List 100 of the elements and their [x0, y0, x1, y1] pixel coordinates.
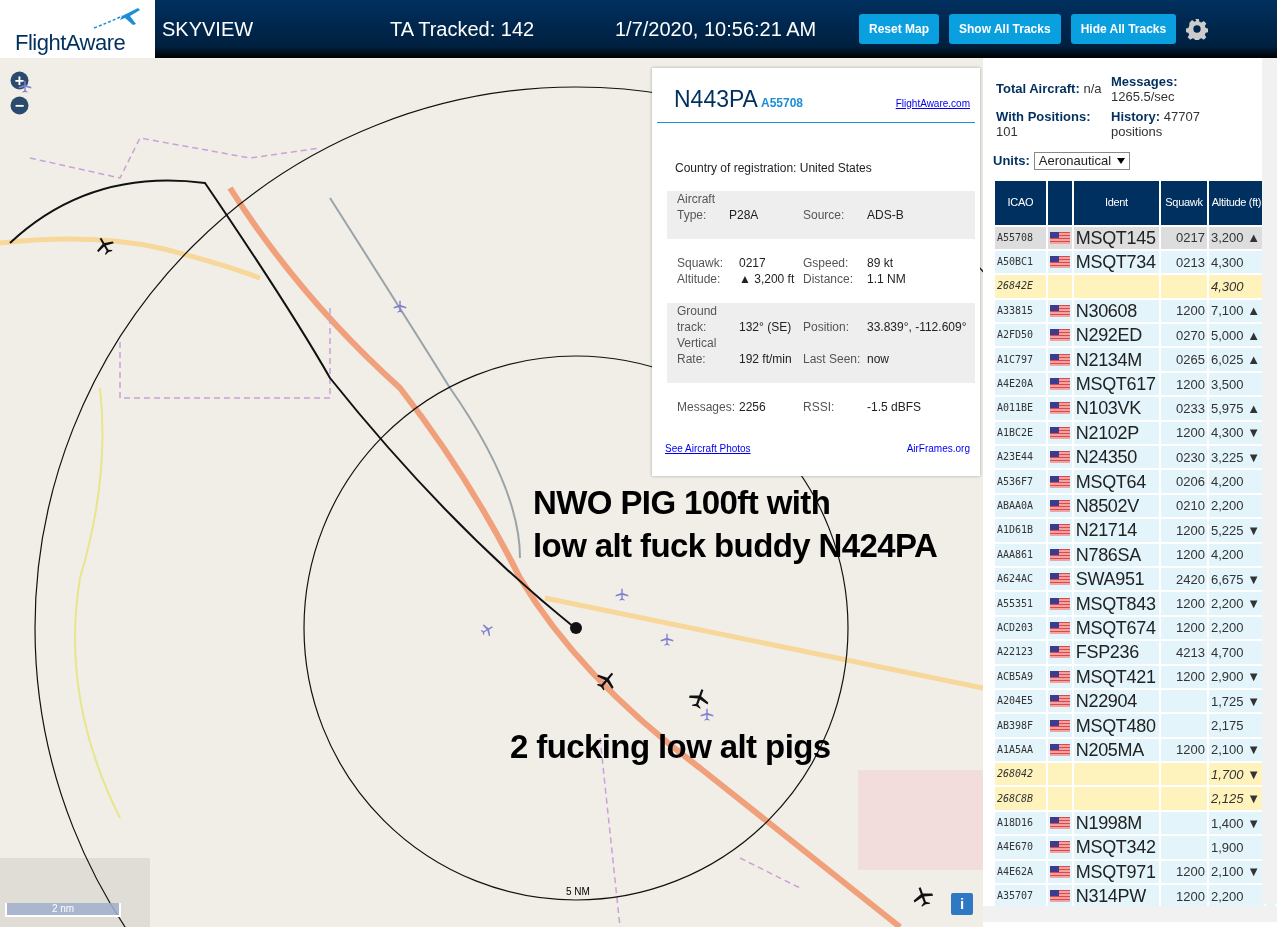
aircraft-row[interactable]: A18D16 N1998M 1,400 ▼ — [995, 811, 1275, 835]
vertical-scrollbar[interactable] — [1262, 58, 1277, 904]
aircraft-row[interactable]: A1C797 N2134M 0265 6,025 ▲ — [995, 348, 1275, 371]
ident-text: N2102P — [1075, 422, 1139, 443]
ident-text: MSQT617 — [1075, 374, 1156, 395]
ident-text: N314PW — [1075, 886, 1146, 907]
altitude-text: 2,200 — [1211, 498, 1244, 514]
aircraft-row[interactable]: A204E5 N22904 1,725 ▼ — [995, 689, 1275, 713]
settings-icon[interactable] — [1186, 18, 1209, 40]
icao-text: A1A5AA — [997, 743, 1034, 755]
ident-text: N24350 — [1075, 447, 1137, 468]
icao-text: A23E44 — [997, 451, 1034, 463]
squawk-text: 1200 — [1176, 303, 1206, 319]
squawk-text: 0210 — [1176, 498, 1206, 514]
icao-link[interactable]: A55708 — [760, 94, 803, 112]
altitude-text: 1,400 ▼ — [1211, 815, 1261, 831]
aircraft-row[interactable]: A1BC2E N2102P 1200 4,300 ▼ — [995, 421, 1275, 444]
ident-text: FSP236 — [1075, 642, 1139, 663]
plane-logo-icon — [92, 6, 142, 30]
icao-text: ACD203 — [997, 621, 1034, 633]
altitude-text: 4,300 — [1211, 278, 1244, 294]
field-label: Source: — [803, 207, 846, 223]
tracked-count: TA Tracked: 142 — [390, 17, 536, 42]
app-title: SKYVIEW — [162, 17, 255, 42]
units-select[interactable]: Aeronautical — [1033, 151, 1131, 170]
logo-text: FlightAware — [15, 29, 126, 57]
field-label: Vertical Rate: — [677, 335, 718, 367]
aircraft-row[interactable]: A4E670 MSQT342 1,900 — [995, 836, 1275, 859]
ident-text: MSQT971 — [1075, 861, 1156, 882]
info-button[interactable]: i — [951, 893, 973, 915]
site-link[interactable]: FlightAware.com — [895, 96, 970, 111]
column-header[interactable]: Ident — [1073, 180, 1159, 225]
date-time: 1/7/2020, 10:56:21 AM — [615, 17, 818, 42]
photos-link[interactable]: See Aircraft Photos — [665, 441, 751, 456]
column-header[interactable]: Squawk — [1161, 180, 1208, 225]
altitude-text: 3,500 — [1211, 376, 1244, 392]
ident-text: MSQT843 — [1075, 593, 1156, 614]
aircraft-row[interactable]: ACB5A9 MSQT421 1200 2,900 ▼ — [995, 665, 1275, 688]
aircraft-row[interactable]: ACD203 MSQT674 1200 2,200 — [995, 616, 1275, 640]
icao-text: A4E20A — [997, 378, 1034, 390]
altitude-text: 2,100 ▼ — [1211, 742, 1261, 758]
squawk-text: 0217 — [1176, 230, 1206, 246]
icao-text: A50BC1 — [997, 256, 1034, 268]
aircraft-row[interactable]: A50BC1 MSQT734 0213 4,300 — [995, 250, 1275, 274]
altitude-text: 4,300 — [1211, 254, 1244, 270]
aircraft-row[interactable]: A4E20A MSQT617 1200 3,500 — [995, 372, 1275, 396]
field-value: 132° (SE) — [739, 319, 793, 335]
aircraft-row[interactable]: A2FD50 N292ED 0270 5,000 ▲ — [995, 324, 1275, 347]
field-value: ▲ 3,200 ft — [739, 271, 796, 287]
horizontal-scrollbar[interactable] — [983, 906, 1277, 922]
aircraft-row[interactable]: A1D61B N21714 1200 5,225 ▼ — [995, 519, 1275, 542]
aircraft-row[interactable]: A4E62A MSQT971 1200 2,100 ▼ — [995, 860, 1275, 884]
plane-icon[interactable] — [688, 688, 710, 710]
altitude-text: 2,900 ▼ — [1211, 669, 1261, 685]
plane-icon[interactable] — [912, 886, 934, 908]
ident-text: N292ED — [1075, 325, 1142, 346]
aircraft-row[interactable]: A55351 MSQT843 1200 2,200 ▼ — [995, 592, 1275, 615]
aircraft-row[interactable]: 26842E 4,300 — [995, 275, 1275, 298]
airframes-link[interactable]: AirFrames.org — [906, 441, 970, 456]
squawk-text: 0230 — [1176, 449, 1206, 465]
aircraft-row[interactable]: A011BE N103VK 0233 5,975 ▲ — [995, 397, 1275, 420]
column-header — [1047, 180, 1072, 225]
icao-text: AB398F — [997, 719, 1034, 731]
icao-text: ABAA0A — [997, 500, 1034, 511]
aircraft-row[interactable]: A22123 FSP236 4213 4,700 — [995, 641, 1275, 664]
aircraft-row[interactable]: A624AC SWA951 2420 6,675 ▼ — [995, 567, 1275, 591]
altitude-text: 4,300 ▼ — [1211, 425, 1261, 441]
ident-text: MSQT734 — [1075, 252, 1156, 273]
altitude-text: 5,225 ▼ — [1211, 522, 1261, 538]
field-label: Country of registration: — [675, 161, 797, 175]
units-label: Units: — [993, 152, 1030, 170]
field-value: -1.5 dBFS — [867, 399, 923, 415]
aircraft-row[interactable]: A33815 N30608 1200 7,100 ▲ — [995, 299, 1275, 323]
icao-text: A22123 — [997, 646, 1034, 658]
caret-icon — [1117, 158, 1126, 165]
aircraft-row[interactable]: 268C8B 2,125 ▼ — [995, 787, 1275, 810]
stat-text: Total Aircraft: n/a — [996, 80, 1103, 98]
aircraft-row[interactable]: A23E44 N24350 0230 3,225 ▼ — [995, 446, 1275, 469]
aircraft-row[interactable]: A1A5AA N205MA 1200 2,100 ▼ — [995, 738, 1275, 762]
aircraft-row[interactable]: AB398F MSQT480 2,175 — [995, 714, 1275, 737]
column-header[interactable]: ICAO — [995, 180, 1046, 225]
stat-text: History: 47707 positions — [1111, 109, 1201, 139]
icao-text: A1BC2E — [997, 426, 1034, 438]
altitude-text: 6,025 ▲ — [1211, 352, 1261, 368]
field-value: P28A — [729, 207, 760, 223]
ident-text: MSQT674 — [1075, 617, 1156, 638]
plane-icon[interactable] — [95, 236, 115, 256]
field-label: Messages: — [677, 399, 737, 415]
aircraft-row[interactable]: AAA861 N786SA 1200 4,200 — [995, 543, 1275, 566]
altitude-text: 4,700 — [1211, 644, 1244, 660]
column-header[interactable]: Altitude (ft) — [1209, 180, 1264, 225]
aircraft-row[interactable]: 268042 1,700 ▼ — [995, 763, 1275, 786]
squawk-text: 1200 — [1176, 547, 1206, 563]
icao-text: A4E670 — [997, 841, 1034, 853]
aircraft-row[interactable]: ABAA0A N8502V 0210 2,200 — [995, 494, 1275, 518]
ident-text: N22904 — [1075, 691, 1137, 712]
squawk-text: 1200 — [1176, 596, 1206, 612]
aircraft-row[interactable]: A55708 MSQT145 0217 3,200 ▲ — [995, 226, 1275, 249]
ident-text: N30608 — [1075, 300, 1137, 321]
aircraft-row[interactable]: A536F7 MSQT64 0206 4,200 — [995, 470, 1275, 493]
